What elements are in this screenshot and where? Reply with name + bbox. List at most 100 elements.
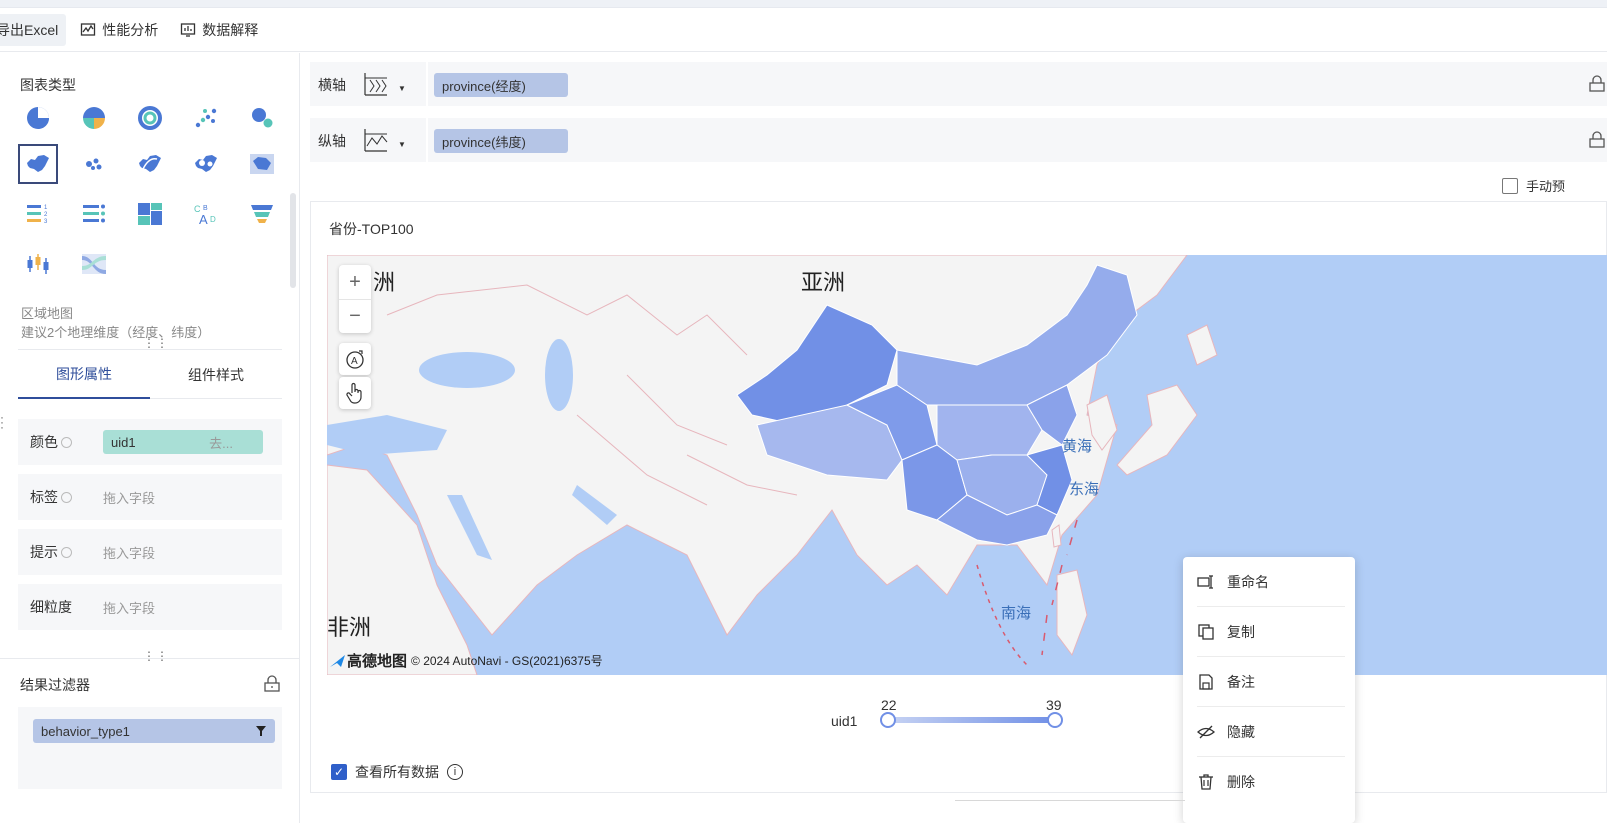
prop-color-text: 颜色 (30, 434, 58, 450)
chart-grid-scrollbar[interactable] (290, 193, 296, 288)
menu-item-delete[interactable]: 删除 (1183, 757, 1355, 807)
filter-chip-behavior-type[interactable]: behavior_type1 (33, 719, 275, 743)
treemap-icon[interactable] (130, 194, 170, 234)
amap-logo-icon (330, 654, 345, 667)
performance-analysis-button[interactable]: 性能分析 (72, 14, 166, 46)
svg-text:3: 3 (44, 219, 48, 225)
view-all-checkbox[interactable]: ✓ (331, 764, 347, 780)
svg-text:A: A (351, 356, 358, 367)
compass-icon[interactable]: A (339, 343, 371, 375)
divider (0, 658, 300, 659)
settings-icon[interactable] (61, 436, 72, 448)
pie-chart-icon[interactable] (18, 98, 58, 138)
trash-icon (1199, 774, 1213, 790)
map-label-europe: 洲 (373, 271, 396, 296)
menu-item-rename[interactable]: 重命名 (1183, 557, 1355, 607)
rename-icon (1197, 575, 1213, 589)
scatter-chart-icon[interactable] (186, 98, 226, 138)
menu-item-rename-label: 重命名 (1227, 574, 1269, 590)
resize-handle-top[interactable]: ⋮⋮ (143, 336, 169, 350)
donut-chart-icon[interactable] (74, 98, 114, 138)
funnel-chart-icon[interactable] (242, 194, 282, 234)
left-edge-handle[interactable]: · · · (0, 411, 4, 433)
performance-analysis-label: 性能分析 (102, 21, 159, 38)
manual-preview-toggle[interactable]: 手动预 (1502, 176, 1565, 195)
svg-text:2: 2 (44, 212, 48, 218)
tab-component-style[interactable]: 组件样式 (150, 350, 282, 399)
x-axis-type-icon[interactable] (362, 70, 390, 98)
hand-pointer-icon[interactable] (339, 377, 371, 409)
view-all-data-toggle[interactable]: ✓ 查看所有数据 i (331, 762, 463, 782)
caret-down-icon[interactable]: ▼ (398, 84, 406, 93)
chart-card: 省份-TOP100 + − A 洲 亚洲 非洲 黄海 东海 南海 高德地图 © … (310, 201, 1607, 793)
flow-map-icon[interactable] (130, 144, 170, 184)
prop-tooltip-text: 提示 (30, 544, 58, 560)
map-canvas[interactable] (327, 255, 1607, 675)
prop-label-tooltip: 提示 (18, 542, 103, 562)
zoom-control: + − (339, 265, 371, 333)
word-cloud-icon[interactable]: CBAD (186, 194, 226, 234)
bubble-chart-icon[interactable] (242, 98, 282, 138)
sankey-chart-icon[interactable] (74, 244, 114, 284)
x-axis-field-chip[interactable]: province(经度) (434, 73, 568, 97)
zoom-out-button[interactable]: − (339, 299, 371, 333)
settings-icon[interactable] (61, 546, 72, 558)
divider (955, 800, 1185, 801)
toolbar: 导出Excel 性能分析 数据解释 (0, 8, 1607, 52)
lock-icon[interactable] (1587, 74, 1607, 94)
y-axis-type-icon[interactable] (362, 126, 390, 154)
data-explain-button[interactable]: 数据解释 (172, 14, 266, 46)
candlestick-chart-icon[interactable] (18, 244, 58, 284)
export-excel-button[interactable]: 导出Excel (0, 13, 67, 46)
tab-graphic-properties[interactable]: 图形属性 (18, 350, 150, 399)
progress-list-icon[interactable] (74, 194, 114, 234)
lock-icon[interactable] (1587, 130, 1607, 150)
svg-text:1: 1 (44, 205, 48, 211)
color-field-chip[interactable]: uid1 去... (103, 430, 263, 454)
data-explain-icon (181, 22, 196, 37)
map-view[interactable]: + − A 洲 亚洲 非洲 黄海 东海 南海 高德地图 © 2024 AutoN… (327, 255, 1607, 675)
menu-item-copy[interactable]: 复制 (1183, 607, 1355, 657)
sea-label-east-sea: 东海 (1069, 481, 1100, 498)
x-axis-row: 横轴 ▼ province(经度) (310, 62, 1607, 106)
prop-row-color: 颜色 uid1 去... (18, 419, 282, 465)
color-legend: uid1 22 39 (831, 697, 1071, 737)
color-field-remove[interactable]: 去... (209, 433, 233, 452)
manual-preview-checkbox[interactable] (1502, 177, 1518, 194)
caret-down-icon[interactable]: ▼ (398, 140, 406, 149)
granularity-drop-zone[interactable]: 拖入字段 (103, 598, 155, 617)
ring-chart-icon[interactable] (130, 98, 170, 138)
region-map-icon[interactable] (18, 144, 58, 184)
legend-min-handle[interactable] (880, 712, 896, 728)
attribution-text: © 2024 AutoNavi - GS(2021)6375号 (411, 654, 603, 668)
divider (426, 62, 428, 106)
export-excel-label: 导出Excel (0, 21, 59, 38)
area-map-icon[interactable] (242, 144, 282, 184)
legend-gradient-bar (887, 717, 1055, 723)
svg-text:B: B (203, 205, 208, 212)
lock-icon[interactable] (263, 675, 281, 693)
prop-label-granularity: 细粒度 (18, 597, 103, 617)
chart-type-title: 图表类型 (20, 77, 76, 93)
resize-handle-bottom[interactable]: ⋮⋮ (143, 649, 169, 663)
zoom-in-button[interactable]: + (339, 265, 371, 299)
menu-item-note[interactable]: 备注 (1183, 657, 1355, 707)
heat-map-icon[interactable] (186, 144, 226, 184)
legend-field-label: uid1 (831, 713, 858, 729)
label-drop-zone[interactable]: 拖入字段 (103, 488, 155, 507)
prop-granularity-text: 细粒度 (30, 599, 72, 615)
map-label-africa: 非洲 (327, 616, 372, 641)
chart-title: 省份-TOP100 (329, 221, 414, 237)
legend-max-handle[interactable] (1047, 712, 1063, 728)
map-label-asia: 亚洲 (801, 271, 846, 296)
point-map-icon[interactable] (74, 144, 114, 184)
info-icon[interactable]: i (447, 764, 463, 780)
left-panel: 图表类型 1 2 3 C B A D 区域地图 建议2个地理维度（经度、纬度） … (0, 53, 300, 823)
ranking-list-icon[interactable]: 123 (18, 194, 58, 234)
selected-chart-hint: 建议2个地理维度（经度、纬度） (21, 325, 211, 340)
y-axis-field-chip[interactable]: province(纬度) (434, 129, 568, 153)
settings-icon[interactable] (61, 491, 72, 503)
menu-item-hide[interactable]: 隐藏 (1183, 707, 1355, 757)
filter-icon[interactable] (255, 725, 267, 737)
tooltip-drop-zone[interactable]: 拖入字段 (103, 543, 155, 562)
